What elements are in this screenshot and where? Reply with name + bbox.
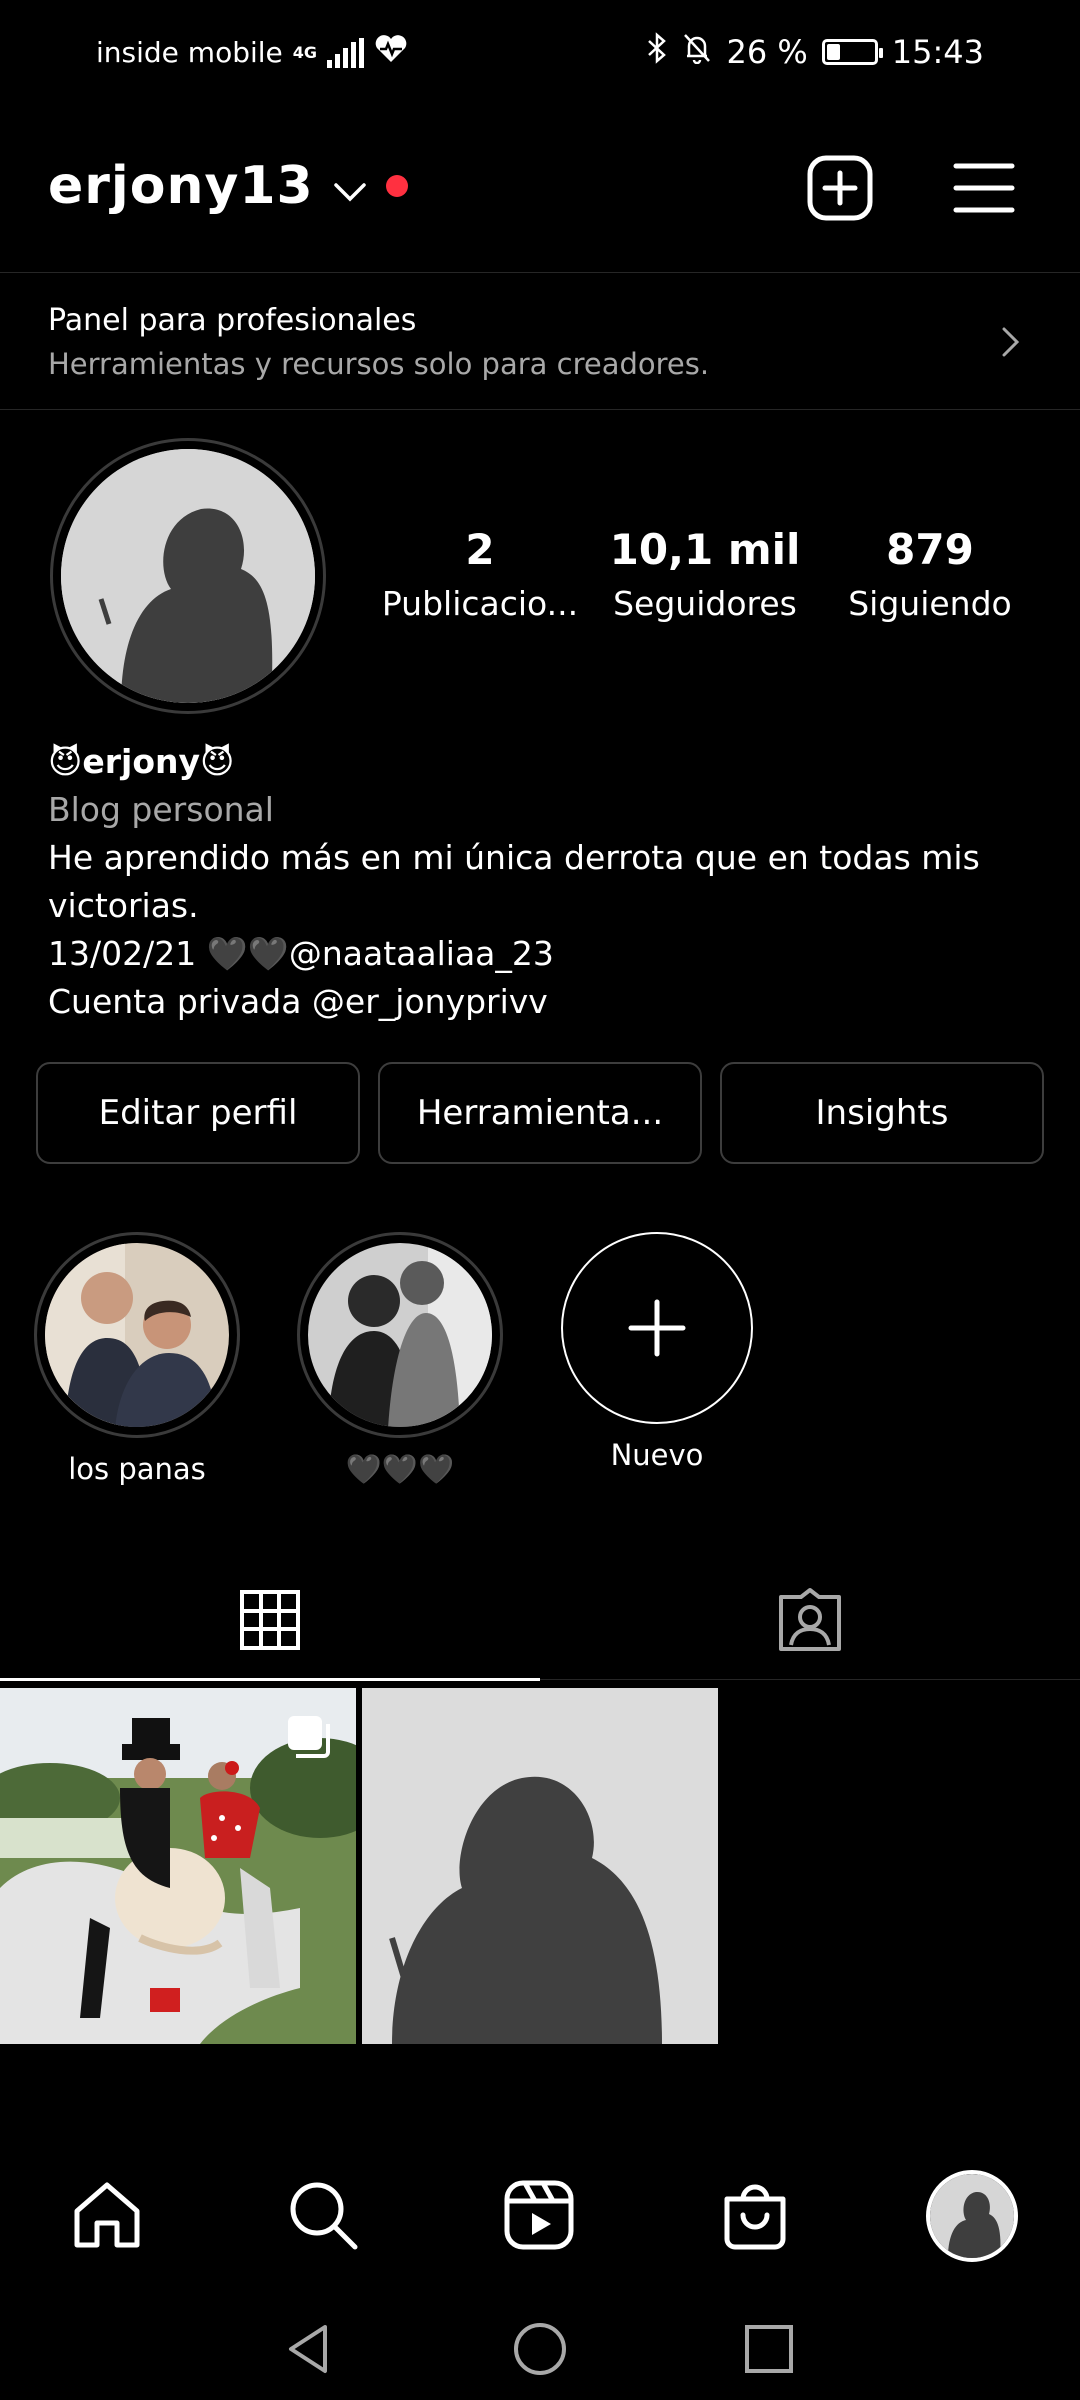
health-icon xyxy=(374,34,408,71)
new-post-icon xyxy=(807,155,873,221)
bluetooth-icon xyxy=(646,32,668,72)
stat-following[interactable]: 879 Siguiendo xyxy=(830,525,1030,623)
nav-reels[interactable] xyxy=(494,2170,584,2260)
new-highlight-button[interactable]: Nuevo xyxy=(554,1232,760,1472)
panel-subtitle: Herramientas y recursos solo para creado… xyxy=(48,347,710,381)
plus-icon xyxy=(628,1299,686,1357)
stat-followers[interactable]: 10,1 mil Seguidores xyxy=(600,525,810,623)
tools-button[interactable]: Herramienta... xyxy=(378,1062,702,1164)
home-button[interactable] xyxy=(505,2314,575,2384)
new-post-button[interactable] xyxy=(802,150,878,226)
stat-posts[interactable]: 2 Publicacio... xyxy=(380,525,580,623)
highlight-cover xyxy=(45,1243,229,1427)
bio-mention-line[interactable]: 13/02/21 🖤🖤@naataaliaa_23 xyxy=(48,930,1038,978)
status-bar: inside mobile 4G 26 % 15:43 xyxy=(0,0,1080,110)
chevron-right-icon xyxy=(1002,327,1020,357)
post-image xyxy=(362,1688,718,2044)
nav-shop[interactable] xyxy=(710,2170,800,2260)
grid-post[interactable] xyxy=(362,1688,718,2044)
notification-dot xyxy=(385,175,408,197)
insights-button[interactable]: Insights xyxy=(720,1062,1044,1164)
profile-picture[interactable] xyxy=(50,438,326,714)
username-title: erjony13 xyxy=(48,156,314,216)
system-nav-bar xyxy=(0,2290,1080,2400)
mute-bell-icon xyxy=(682,32,712,72)
tab-tagged[interactable] xyxy=(540,1560,1080,1680)
highlight-label: 🖤🖤🖤 xyxy=(345,1452,455,1486)
bio-private-account[interactable]: Cuenta privada @er_jonyprivv xyxy=(48,978,1038,1026)
highlight-label: los panas xyxy=(68,1452,206,1486)
menu-button[interactable] xyxy=(946,150,1022,226)
carrier-label: inside mobile xyxy=(96,36,283,69)
square-recents-icon xyxy=(745,2325,793,2373)
stat-value: 879 xyxy=(886,525,974,574)
shop-icon xyxy=(724,2184,786,2250)
professional-dashboard[interactable]: Panel para profesionales Herramientas y … xyxy=(0,272,1080,410)
bio-text: He aprendido más en mi única derrota que… xyxy=(48,838,980,925)
bottom-nav xyxy=(0,2150,1080,2280)
clock: 15:43 xyxy=(891,33,984,71)
menu-icon xyxy=(953,163,1015,213)
chevron-down-icon xyxy=(332,156,368,216)
stat-label: Seguidores xyxy=(613,584,797,623)
home-icon xyxy=(74,2182,140,2248)
stat-value: 10,1 mil xyxy=(609,525,801,574)
battery-percent: 26 % xyxy=(726,33,808,71)
circle-home-icon xyxy=(514,2323,566,2375)
grid-icon xyxy=(240,1590,300,1650)
network-type: 4G xyxy=(292,42,318,62)
back-button[interactable] xyxy=(274,2314,344,2384)
profile-actions: Editar perfil Herramienta... Insights xyxy=(36,1062,1044,1164)
profile-bio: 😈erjony😈 Blog personal He aprendido más … xyxy=(48,738,1038,1026)
profile-photo xyxy=(61,449,315,703)
reels-icon xyxy=(504,2180,574,2250)
battery-icon xyxy=(821,39,883,65)
signal-icon xyxy=(327,37,365,68)
recents-button[interactable] xyxy=(734,2314,804,2384)
plus-icon-circle xyxy=(561,1232,753,1424)
stat-label: Publicacio... xyxy=(381,584,579,623)
account-switcher[interactable]: erjony13 xyxy=(48,156,408,216)
display-name: 😈erjony😈 xyxy=(48,742,235,781)
back-icon xyxy=(289,2325,327,2373)
nav-profile[interactable] xyxy=(926,2170,1018,2262)
highlight-item[interactable]: 🖤🖤🖤 xyxy=(297,1232,503,1487)
tagged-icon xyxy=(779,1588,841,1651)
stat-label: Siguiendo xyxy=(848,584,1012,623)
multiple-photos-icon xyxy=(286,1714,332,1764)
nav-home[interactable] xyxy=(62,2170,152,2260)
panel-title: Panel para profesionales xyxy=(48,303,417,338)
profile-tabs xyxy=(0,1560,1080,1681)
grid-post[interactable] xyxy=(0,1688,356,2044)
search-icon xyxy=(290,2182,358,2250)
tab-grid[interactable] xyxy=(0,1560,540,1681)
edit-profile-button[interactable]: Editar perfil xyxy=(36,1062,360,1164)
profile-category: Blog personal xyxy=(48,790,274,829)
profile-avatar xyxy=(930,2174,1014,2258)
highlight-cover xyxy=(308,1243,492,1427)
stat-value: 2 xyxy=(465,525,495,574)
nav-search[interactable] xyxy=(278,2170,368,2260)
highlight-label: Nuevo xyxy=(610,1438,704,1472)
highlight-item[interactable]: los panas xyxy=(34,1232,240,1486)
